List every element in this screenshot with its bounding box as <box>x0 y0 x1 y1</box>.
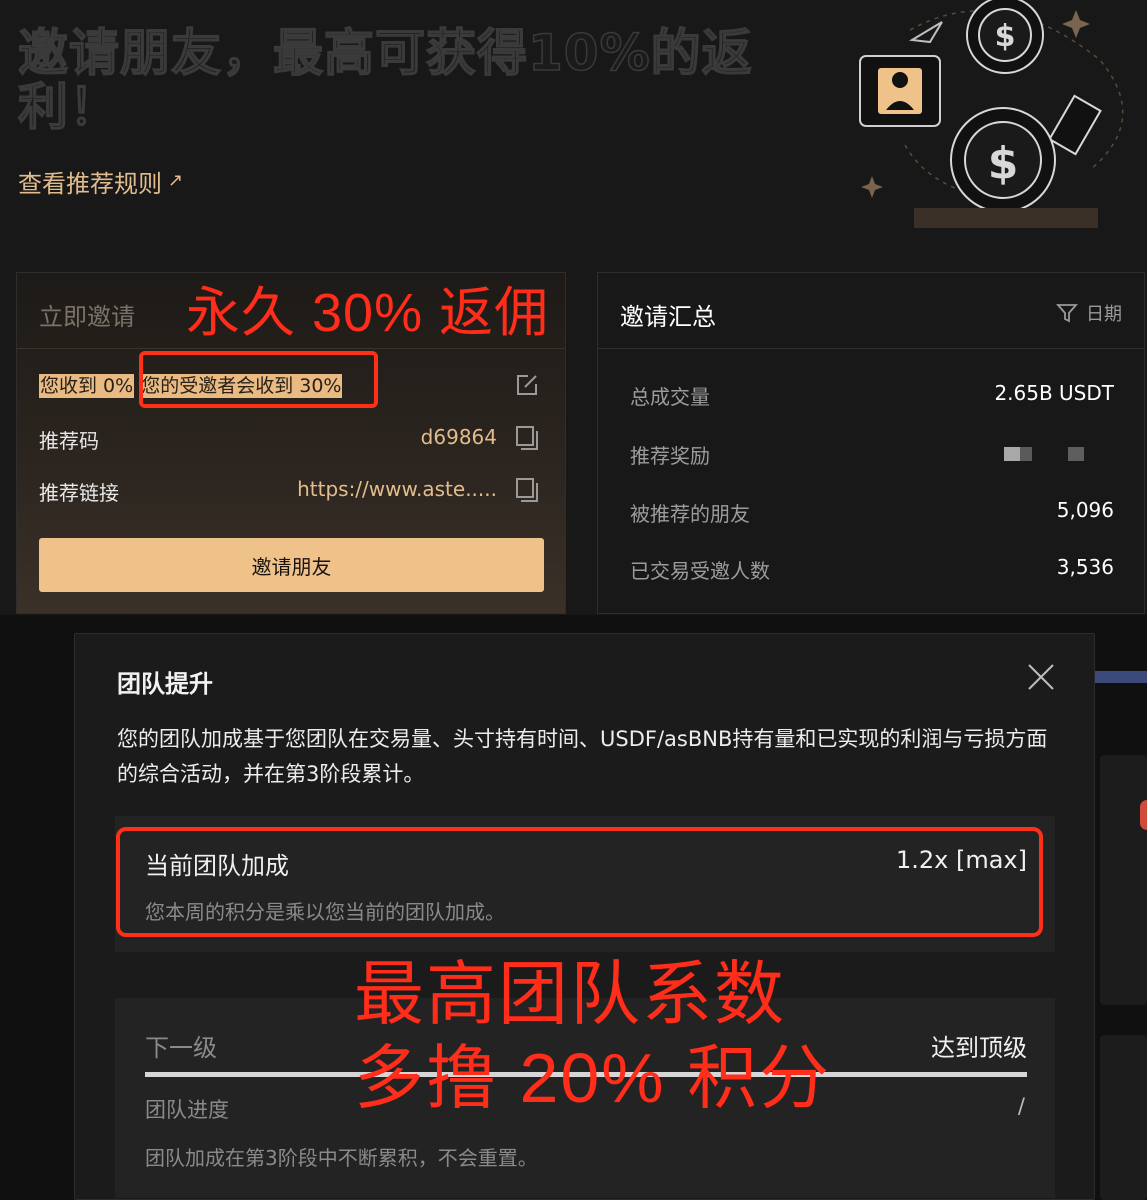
team-progress-value: / <box>1017 1094 1025 1118</box>
edit-icon[interactable] <box>515 373 539 397</box>
filter-icon <box>1056 304 1078 323</box>
annotation-max-team: 最高团队系数 多撸 20% 积分 <box>354 952 831 1120</box>
summary-title: 邀请汇总 <box>620 303 716 331</box>
next-level-label: 下一级 <box>145 1034 217 1062</box>
summary-row-trading-invitees: 已交易受邀人数 3,536 <box>630 555 1114 585</box>
copy-code-icon[interactable] <box>515 425 539 451</box>
referral-code-value: d69864 <box>420 425 497 449</box>
referral-code-label: 推荐码 <box>39 429 99 453</box>
modal-title: 团队提升 <box>117 670 213 698</box>
date-filter[interactable]: 日期 <box>1056 300 1122 326</box>
referral-illustration: $ $ <box>859 0 1124 228</box>
invite-card-title: 立即邀请 <box>39 303 135 331</box>
summary-row-value: 5,096 <box>1056 498 1114 522</box>
team-progress-label: 团队进度 <box>145 1098 229 1122</box>
external-link-icon: ↗ <box>168 170 184 191</box>
summary-row-value: 2.65B USDT <box>994 381 1114 405</box>
background-panel <box>1100 755 1147 1005</box>
next-level-value: 达到顶级 <box>931 1034 1027 1062</box>
summary-row-label: 总成交量 <box>630 385 710 409</box>
accumulation-note: 团队加成在第3阶段中不断累积，不会重置。 <box>145 1146 538 1170</box>
referral-code-row: 推荐码 d69864 <box>39 425 539 455</box>
date-filter-label: 日期 <box>1086 304 1122 325</box>
referral-page: 邀请朋友，最高可获得10%的返利！ 查看推荐规则 ↗ $ $ 立即邀请 您收到 0… <box>0 0 1147 615</box>
close-icon[interactable] <box>1026 662 1056 692</box>
page-title: 邀请朋友，最高可获得10%的返利！ <box>17 24 753 136</box>
summary-row-value: 3,536 <box>1056 555 1114 579</box>
invite-summary-card: 邀请汇总 日期 总成交量 2.65B USDT 推荐奖励 被推荐的朋友 5,09… <box>597 272 1145 614</box>
background-panel <box>1100 1035 1147 1200</box>
background-bar <box>1094 671 1147 683</box>
team-boost-description: 您的团队加成基于您团队在交易量、头寸持有时间、USDF/asBNB持有量和已实现… <box>117 727 1048 786</box>
annotation-max-team-line1: 最高团队系数 <box>354 955 786 1033</box>
referral-rules-link[interactable]: 查看推荐规则 ↗ <box>18 164 183 199</box>
you-receive-rate: 您收到 0% <box>39 374 135 398</box>
svg-text:$: $ <box>995 19 1016 54</box>
referral-link-row: 推荐链接 https://www.aste..... <box>39 477 539 507</box>
highlight-box-current-bonus <box>116 827 1043 937</box>
invite-friends-button[interactable]: 邀请朋友 <box>39 538 544 592</box>
referral-rules-label: 查看推荐规则 <box>18 170 162 198</box>
annotation-permanent-rebate: 永久 30% 返佣 <box>186 283 550 343</box>
referral-link-label: 推荐链接 <box>39 481 119 505</box>
highlight-box-invitee-rate <box>139 351 378 408</box>
summary-row-rewards: 推荐奖励 <box>630 440 1114 470</box>
copy-link-icon[interactable] <box>515 477 539 503</box>
referral-link-value: https://www.aste..... <box>297 477 497 501</box>
annotation-max-team-line2: 多撸 20% 积分 <box>354 1039 831 1117</box>
summary-row-label: 被推荐的朋友 <box>630 502 750 526</box>
summary-row-label: 已交易受邀人数 <box>630 559 770 583</box>
summary-header: 邀请汇总 日期 <box>598 273 1144 349</box>
summary-row-label: 推荐奖励 <box>630 444 710 468</box>
summary-row-referred-friends: 被推荐的朋友 5,096 <box>630 498 1114 528</box>
redacted-rewards-value <box>1004 447 1084 461</box>
background-avatar <box>1140 800 1147 830</box>
summary-row-volume: 总成交量 2.65B USDT <box>630 381 1114 411</box>
svg-text:$: $ <box>988 138 1019 189</box>
